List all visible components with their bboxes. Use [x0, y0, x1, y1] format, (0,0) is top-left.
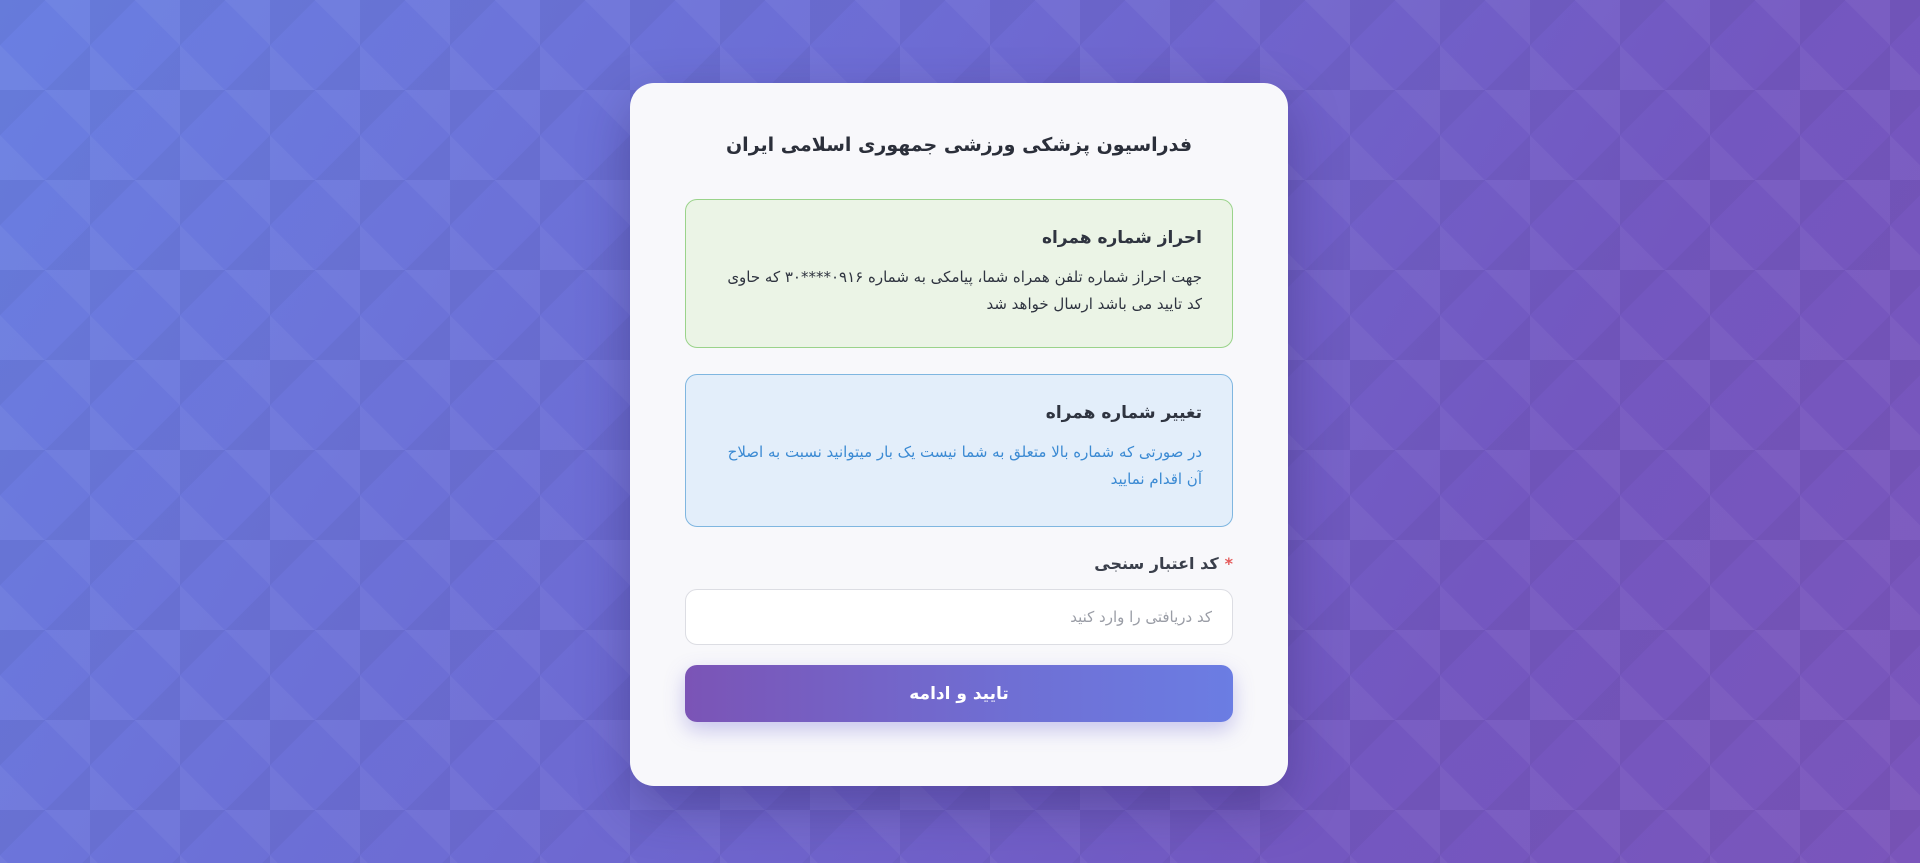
required-mark: * — [1224, 554, 1233, 573]
confirm-continue-button[interactable]: تایید و ادامه — [685, 665, 1233, 722]
verify-phone-alert: احراز شماره همراه جهت احراز شماره تلفن ه… — [685, 199, 1233, 348]
verify-phone-alert-text: جهت احراز شماره تلفن همراه شما، پیامکی ب… — [727, 268, 1202, 313]
change-phone-alert-title: تغییر شماره همراه — [1045, 403, 1202, 423]
change-phone-link[interactable]: در صورتی که شماره بالا متعلق به شما نیست… — [716, 439, 1202, 493]
verification-card: فدراسیون پزشکی ورزشی جمهوری اسلامی ایران… — [630, 83, 1288, 786]
verification-code-input[interactable] — [685, 589, 1233, 645]
verify-phone-alert-title: احراز شماره همراه — [1041, 228, 1202, 248]
verification-code-label-text: کد اعتبار سنجی — [1094, 554, 1219, 573]
change-phone-alert[interactable]: تغییر شماره همراه در صورتی که شماره بالا… — [685, 374, 1233, 527]
page-title: فدراسیون پزشکی ورزشی جمهوری اسلامی ایران — [725, 134, 1193, 156]
verification-code-label: * کد اعتبار سنجی — [685, 553, 1233, 575]
